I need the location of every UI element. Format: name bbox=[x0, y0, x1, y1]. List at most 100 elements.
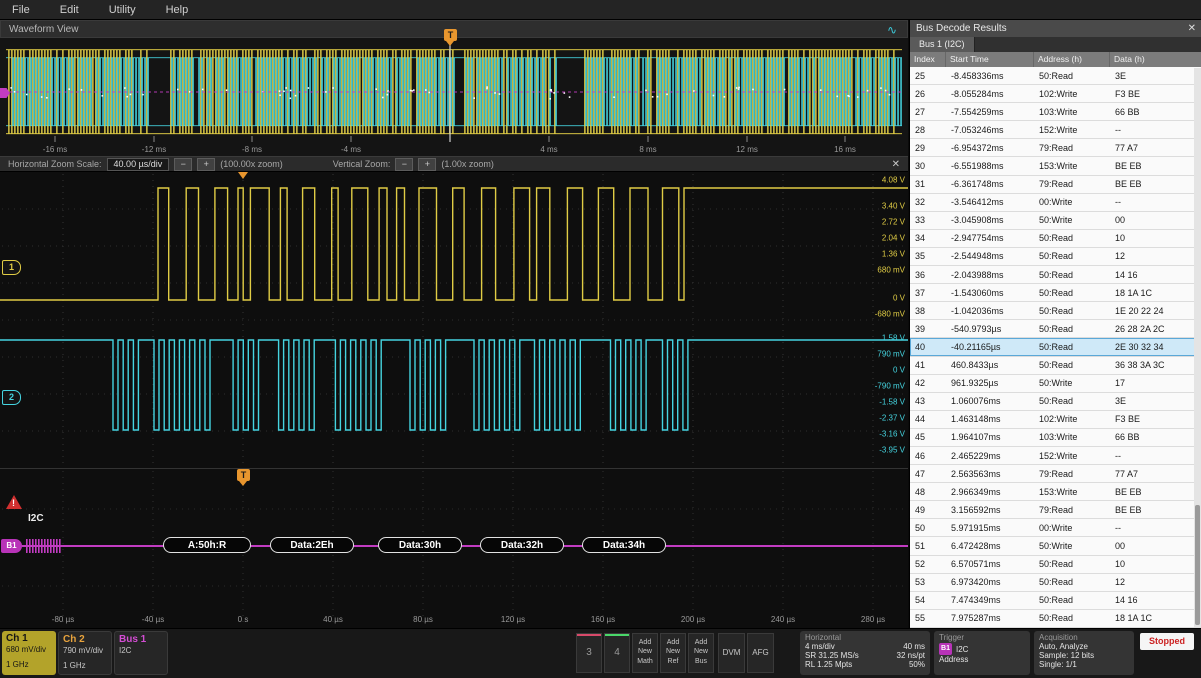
bus1-badge[interactable]: B1 bbox=[1, 539, 22, 553]
table-row[interactable]: 526.570571ms50:Read10 bbox=[910, 556, 1201, 574]
table-cell: -2.043988ms bbox=[946, 266, 1034, 283]
channel-button-3[interactable]: 3 bbox=[576, 633, 602, 673]
table-row[interactable]: 37-1.543060ms50:Read18 1A 1C bbox=[910, 284, 1201, 302]
decode-bubble[interactable]: Data:32h bbox=[480, 537, 564, 553]
table-row[interactable]: 40-40.21165µs50:Read2E 30 32 34 bbox=[910, 338, 1201, 356]
table-row[interactable]: 28-7.053246ms152:Write-- bbox=[910, 121, 1201, 139]
table-row[interactable]: 31-6.361748ms79:ReadBE EB bbox=[910, 176, 1201, 194]
add-new-bus-button[interactable]: Add New Bus bbox=[688, 633, 714, 673]
table-row[interactable]: 547.474349ms50:Read14 16 bbox=[910, 592, 1201, 610]
channel-badge-ch1[interactable]: Ch 1 680 mV/div 1 GHz bbox=[2, 631, 56, 675]
horizontal-panel[interactable]: Horizontal 4 ms/div40 msSR 31.25 MS/s32 … bbox=[800, 631, 930, 675]
table-cell: 50:Read bbox=[1034, 230, 1110, 247]
table-row[interactable]: 39-540.9793µs50:Read26 28 2A 2C bbox=[910, 320, 1201, 338]
results-scrollbar[interactable] bbox=[1194, 68, 1201, 627]
overview-plot[interactable] bbox=[0, 38, 908, 156]
results-panel-header[interactable]: Bus Decode Results ✕ bbox=[910, 20, 1201, 37]
trigger-panel[interactable]: Trigger B1 I2C Address bbox=[934, 631, 1030, 675]
table-row[interactable]: 493.156592ms79:ReadBE EB bbox=[910, 501, 1201, 519]
table-row[interactable]: 26-8.055284ms102:WriteF3 BE bbox=[910, 85, 1201, 103]
bus-decode-track[interactable]: ! I2C B1 A:50h:RData:2EhData:30hData:32h… bbox=[0, 468, 908, 629]
h-zoom-minus-button[interactable]: − bbox=[174, 158, 192, 171]
table-row[interactable]: 516.472428ms50:Write00 bbox=[910, 537, 1201, 555]
ch2-badge[interactable]: 2 bbox=[2, 390, 21, 405]
table-cell: 36 38 3A 3C bbox=[1110, 357, 1201, 374]
table-row[interactable]: 41460.8433µs50:Read36 38 3A 3C bbox=[910, 357, 1201, 375]
add-new-math-button[interactable]: Add New Math bbox=[632, 633, 658, 673]
menu-item-file[interactable]: File bbox=[12, 4, 30, 16]
v-zoom-plus-button[interactable]: + bbox=[418, 158, 436, 171]
ch1-badge[interactable]: 1 bbox=[2, 260, 21, 275]
table-row[interactable]: 441.463148ms102:WriteF3 BE bbox=[910, 411, 1201, 429]
table-row[interactable]: 462.465229ms152:Write-- bbox=[910, 447, 1201, 465]
table-cell: 77 A7 bbox=[1110, 465, 1201, 482]
h-zoom-value[interactable]: 40.00 µs/div bbox=[107, 158, 170, 171]
table-cell: -- bbox=[1110, 194, 1201, 211]
ch4-label: 4 bbox=[614, 647, 620, 658]
dvm-button[interactable]: DVM bbox=[718, 633, 745, 673]
menu-item-edit[interactable]: Edit bbox=[60, 4, 79, 16]
waveform-badge-icon[interactable]: ∿ bbox=[887, 21, 897, 39]
table-row[interactable]: 33-3.045908ms50:Write00 bbox=[910, 212, 1201, 230]
table-row[interactable]: 35-2.544948ms50:Read12 bbox=[910, 248, 1201, 266]
table-cell: 50:Read bbox=[1034, 393, 1110, 410]
channel-button-4[interactable]: 4 bbox=[604, 633, 630, 673]
ch2-scale-label: 1.58 V bbox=[882, 334, 905, 343]
zoom-close-icon[interactable]: ✕ bbox=[892, 159, 900, 170]
table-row[interactable]: 29-6.954372ms79:Read77 A7 bbox=[910, 139, 1201, 157]
table-row[interactable]: 27-7.554259ms103:Write66 BB bbox=[910, 103, 1201, 121]
table-cell: 7.975287ms bbox=[946, 610, 1034, 627]
table-row[interactable]: 557.975287ms50:Read18 1A 1C bbox=[910, 610, 1201, 628]
menu-item-utility[interactable]: Utility bbox=[109, 4, 136, 16]
zoom-waveform[interactable]: 1 2 4.08 V3.40 V2.72 V2.04 V1.36 V680 mV… bbox=[0, 172, 908, 468]
table-cell: -- bbox=[1110, 519, 1201, 536]
table-row[interactable]: 431.060076ms50:Read3E bbox=[910, 393, 1201, 411]
trigger-marker-overview[interactable]: T bbox=[444, 29, 457, 41]
table-row[interactable]: 536.973420ms50:Read12 bbox=[910, 574, 1201, 592]
table-row[interactable]: 482.966349ms153:WriteBE EB bbox=[910, 483, 1201, 501]
table-row[interactable]: 30-6.551988ms153:WriteBE EB bbox=[910, 157, 1201, 175]
channel-badge-ch2[interactable]: Ch 2 790 mV/div 1 GHz bbox=[58, 631, 112, 675]
stopped-button[interactable]: Stopped bbox=[1140, 633, 1194, 650]
decode-bubble[interactable]: Data:34h bbox=[582, 537, 666, 553]
table-row[interactable]: 36-2.043988ms50:Read14 16 bbox=[910, 266, 1201, 284]
table-row[interactable]: 451.964107ms103:Write66 BB bbox=[910, 429, 1201, 447]
decode-bubble[interactable]: A:50h:R bbox=[163, 537, 251, 553]
acquisition-panel[interactable]: Acquisition Auto, AnalyzeSample: 12 bits… bbox=[1034, 631, 1134, 675]
table-row[interactable]: 25-8.458336ms50:Read3E bbox=[910, 67, 1201, 85]
trigger-marker-zoom[interactable]: T bbox=[237, 469, 250, 481]
bottombar: Ch 1 680 mV/div 1 GHz Ch 2 790 mV/div 1 … bbox=[0, 628, 1201, 678]
v-zoom-minus-button[interactable]: − bbox=[395, 158, 413, 171]
table-row[interactable]: 38-1.042036ms50:Read1E 20 22 24 bbox=[910, 302, 1201, 320]
table-cell: 961.9325µs bbox=[946, 375, 1034, 392]
table-cell: -- bbox=[1110, 447, 1201, 464]
table-row[interactable]: 472.563563ms79:Read77 A7 bbox=[910, 465, 1201, 483]
table-cell: 29 bbox=[910, 139, 946, 156]
menubar: File Edit Utility Help bbox=[0, 0, 1201, 20]
zoom-plot[interactable] bbox=[0, 172, 908, 468]
table-row[interactable]: 34-2.947754ms50:Read10 bbox=[910, 230, 1201, 248]
decode-bubble[interactable]: Data:30h bbox=[378, 537, 462, 553]
h-zoom-plus-button[interactable]: + bbox=[197, 158, 215, 171]
tab-bus1-i2c[interactable]: Bus 1 (I2C) bbox=[910, 37, 975, 52]
menu-item-help[interactable]: Help bbox=[166, 4, 189, 16]
horizontal-title: Horizontal bbox=[800, 631, 930, 642]
table-row[interactable]: 505.971915ms00:Write-- bbox=[910, 519, 1201, 537]
afg-button[interactable]: AFG bbox=[747, 633, 774, 673]
ch1-scale-label: -680 mV bbox=[875, 310, 905, 319]
bus-badge-bottombar[interactable]: Bus 1 I2C bbox=[114, 631, 168, 675]
table-cell: -6.361748ms bbox=[946, 176, 1034, 193]
v-zoom-factor: (1.00x zoom) bbox=[441, 159, 494, 169]
decode-bubble[interactable]: Data:2Eh bbox=[270, 537, 354, 553]
results-close-icon[interactable]: ✕ bbox=[1188, 20, 1196, 37]
zoom-position-marker[interactable] bbox=[238, 172, 248, 179]
add-new-ref-button[interactable]: Add New Ref bbox=[660, 633, 686, 673]
table-row[interactable]: 42961.9325µs50:Write17 bbox=[910, 375, 1201, 393]
bus1-type: I2C bbox=[115, 645, 167, 655]
table-row[interactable]: 32-3.546412ms00:Write-- bbox=[910, 194, 1201, 212]
table-cell: 50 bbox=[910, 519, 946, 536]
results-scrollbar-thumb[interactable] bbox=[1195, 505, 1200, 625]
table-cell: -7.053246ms bbox=[946, 121, 1034, 138]
ch2-scale-label: -790 mV bbox=[875, 382, 905, 391]
overview-waveform[interactable]: -16 ms-12 ms-8 ms-4 ms4 ms8 ms12 ms16 ms… bbox=[0, 38, 908, 156]
